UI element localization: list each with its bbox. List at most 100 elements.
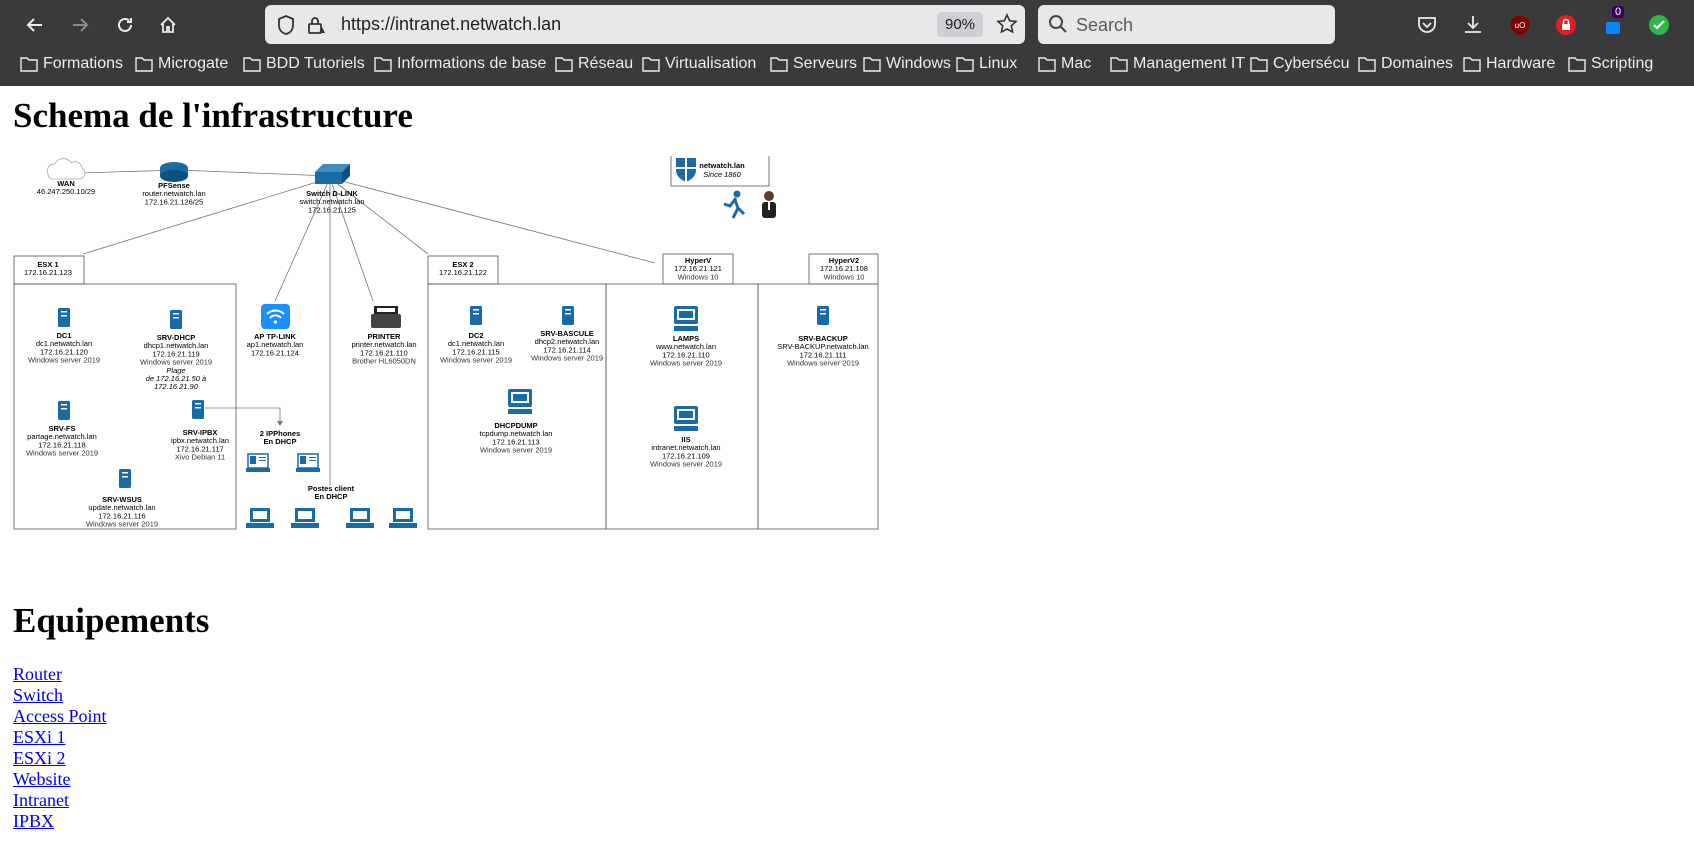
lamps-os: Windows server 2019 [650, 359, 722, 368]
pocket-button[interactable] [1412, 10, 1442, 40]
srvfs-os: Windows server 2019 [26, 449, 98, 458]
bookmark-star-icon[interactable] [996, 13, 1018, 35]
folder-icon [20, 57, 38, 72]
folder-icon [374, 57, 392, 72]
check-extension-button[interactable] [1644, 10, 1674, 40]
ipphones-l2: En DHCP [264, 437, 297, 446]
extension-badge-button[interactable]: 0 [1598, 6, 1628, 40]
bookmark-label: Management IT [1133, 55, 1246, 72]
bookmark-folder-10[interactable]: Management IT [1110, 55, 1245, 73]
bascule-server-icon [562, 306, 574, 325]
home-icon [160, 16, 176, 33]
reload-icon [118, 17, 132, 32]
svg-text:uO: uO [1515, 21, 1526, 30]
home-button[interactable] [151, 10, 185, 40]
reload-button[interactable] [108, 10, 142, 40]
bookmark-folder-13[interactable]: Hardware [1463, 55, 1555, 73]
bookmark-label: Microgate [158, 55, 229, 72]
srvwsus-os: Windows server 2019 [86, 520, 158, 529]
folder-icon [1038, 57, 1056, 72]
equipment-links: Router Switch Access Point ESXi 1 ESXi 2… [13, 664, 107, 832]
link-ipbx[interactable]: IPBX [13, 811, 107, 832]
extension-badge: 0 [1612, 6, 1625, 18]
link-esxi2[interactable]: ESXi 2 [13, 748, 107, 769]
download-icon [1465, 16, 1481, 33]
url-bar[interactable]: https://intranet.netwatch.lan 90% [265, 5, 1025, 44]
ipbx-phones-line [205, 407, 281, 424]
srvipbx-os: Xivo Debian 11 [175, 453, 225, 462]
lock-extension-button[interactable] [1551, 10, 1581, 40]
bookmark-folder-6[interactable]: Serveurs [770, 55, 857, 73]
bookmark-folder-1[interactable]: Microgate [135, 55, 228, 73]
shield-icon[interactable] [275, 14, 297, 36]
switch-esx1-line [82, 177, 331, 255]
browser-chrome: https://intranet.netwatch.lan 90% Search… [0, 0, 1694, 86]
cloud-icon [46, 158, 86, 180]
folder-icon [135, 57, 153, 72]
printer-model: Brother HL6050DN [352, 357, 416, 366]
forward-button[interactable] [63, 10, 97, 40]
link-access-point[interactable]: Access Point [13, 706, 107, 727]
ublock-button[interactable]: uO [1505, 10, 1535, 40]
bookmark-folder-11[interactable]: Cybersécu [1250, 55, 1349, 73]
back-arrow-icon [26, 18, 42, 32]
hyperv2-os: Windows 10 [824, 272, 865, 281]
bookmark-folder-7[interactable]: Windows [863, 55, 951, 73]
folder-icon [555, 57, 573, 72]
heading-schema: Schema de l'infrastructure [13, 96, 413, 135]
srvwsus-server-icon [119, 469, 131, 488]
netwatch-shield-icon [676, 158, 696, 182]
folder-icon [243, 57, 261, 72]
bookmark-folder-14[interactable]: Scripting [1568, 55, 1653, 73]
forward-arrow-icon [73, 18, 89, 32]
bookmark-label: Formations [43, 55, 124, 72]
lamps-computer-icon [674, 306, 698, 331]
wan-ip: 46.247.250.10/29 [37, 187, 95, 196]
bookmark-folder-9[interactable]: Mac [1038, 55, 1091, 73]
folder-icon [1110, 57, 1128, 72]
esx1-ip: 172.16.21.123 [24, 268, 72, 277]
folder-icon [1463, 57, 1481, 72]
link-website[interactable]: Website [13, 769, 107, 790]
ip-phone-2-icon [296, 453, 320, 472]
bascule-os: Windows server 2019 [531, 354, 603, 363]
bookmark-folder-2[interactable]: BDD Tutoriels [243, 55, 365, 73]
link-switch[interactable]: Switch [13, 685, 107, 706]
link-intranet[interactable]: Intranet [13, 790, 107, 811]
bookmark-folder-3[interactable]: Informations de base [374, 55, 546, 73]
search-icon [1049, 15, 1067, 33]
iis-computer-icon [674, 406, 698, 431]
back-button[interactable] [18, 10, 52, 40]
folder-icon [1358, 57, 1376, 72]
ap-ip: 172.16.21.124 [251, 348, 299, 357]
bookmark-folder-0[interactable]: Formations [20, 55, 123, 73]
bookmark-label: Réseau [578, 55, 634, 72]
search-bar[interactable]: Search [1038, 5, 1335, 44]
bookmark-folder-5[interactable]: Virtualisation [642, 55, 756, 73]
dc2-os: Windows server 2019 [440, 356, 512, 365]
folder-icon [863, 57, 881, 72]
bookmark-label: Hardware [1486, 55, 1556, 72]
dhcpdump-os: Windows server 2019 [480, 446, 552, 455]
zoom-level[interactable]: 90% [937, 12, 983, 37]
bookmark-label: Informations de base [397, 55, 547, 72]
dc1-server-icon [58, 308, 70, 327]
backup-server-icon [817, 306, 829, 325]
heading-equipements: Equipements [13, 601, 210, 640]
iis-os: Windows server 2019 [650, 460, 722, 469]
folder-icon [956, 57, 974, 72]
bookmark-folder-4[interactable]: Réseau [555, 55, 633, 73]
bookmark-label: Windows [886, 55, 951, 72]
srvdhcp-range3: 172.16.21.90 [154, 382, 199, 391]
lock-warning-icon[interactable] [305, 14, 327, 36]
link-router[interactable]: Router [13, 664, 107, 685]
url-text[interactable]: https://intranet.netwatch.lan [341, 14, 561, 35]
dc1-os: Windows server 2019 [28, 356, 100, 365]
ublock-icon: uO [1511, 15, 1529, 35]
bookmark-label: Serveurs [793, 55, 858, 72]
srvfs-server-icon [58, 401, 70, 420]
bookmark-folder-12[interactable]: Domaines [1358, 55, 1453, 73]
downloads-button[interactable] [1458, 10, 1488, 40]
link-esxi1[interactable]: ESXi 1 [13, 727, 107, 748]
bookmark-folder-8[interactable]: Linux [956, 55, 1017, 73]
